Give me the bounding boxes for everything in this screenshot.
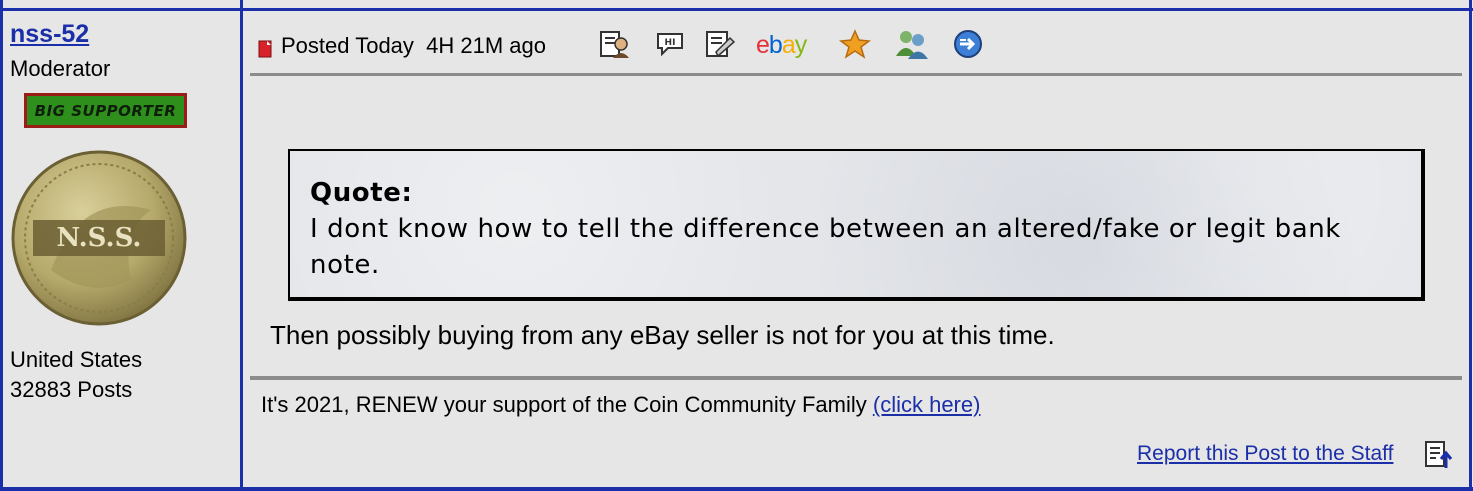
- forward-icon[interactable]: [952, 28, 984, 60]
- quote-text: I dont know how to tell the difference b…: [310, 214, 1341, 280]
- quote-label: Quote:: [310, 178, 413, 208]
- post-count: 32883 Posts: [10, 377, 133, 402]
- header-separator: [250, 73, 1462, 76]
- top-border: [0, 8, 1473, 11]
- post-header: Posted Today 4H 21M ago: [258, 28, 546, 64]
- column-divider: [240, 0, 243, 491]
- ebay-logo[interactable]: ebay: [756, 31, 807, 60]
- profile-icon[interactable]: [598, 28, 630, 60]
- username-link[interactable]: nss-52: [10, 20, 89, 49]
- post-document-icon: [258, 40, 272, 58]
- right-border: [1469, 0, 1472, 491]
- report-post-link[interactable]: Report this Post to the Staff: [1137, 442, 1393, 466]
- badge-label: BIG SUPPORTER: [34, 101, 177, 120]
- coin-avatar: N.S.S.: [11, 150, 187, 326]
- author-panel: nss-52 Moderator BIG SUPPORTER N.S.S. Un…: [2, 12, 240, 488]
- quote-box: Quote: I dont know how to tell the diffe…: [288, 149, 1425, 301]
- message-icon[interactable]: HI: [654, 28, 686, 60]
- renew-click-here-link[interactable]: (click here): [873, 392, 981, 417]
- svg-text:HI: HI: [665, 38, 676, 48]
- avatar-text: N.S.S.: [57, 223, 142, 253]
- edit-icon[interactable]: [704, 28, 736, 60]
- buddy-icon[interactable]: [894, 28, 930, 60]
- renew-support-text: It's 2021, RENEW your support of the Coi…: [261, 392, 980, 418]
- bottom-tick: [1147, 487, 1149, 491]
- user-role: Moderator: [10, 56, 111, 81]
- user-country: United States: [10, 347, 143, 372]
- report-icon[interactable]: [1424, 440, 1454, 470]
- posted-timestamp: Posted Today 4H 21M ago: [281, 33, 546, 58]
- renew-text: It's 2021, RENEW your support of the Coi…: [261, 392, 873, 417]
- signature-separator: [250, 376, 1462, 380]
- big-supporter-badge: BIG SUPPORTER: [24, 93, 187, 128]
- post-body-text: Then possibly buying from any eBay selle…: [270, 320, 1055, 350]
- favorite-star-icon[interactable]: [839, 28, 871, 60]
